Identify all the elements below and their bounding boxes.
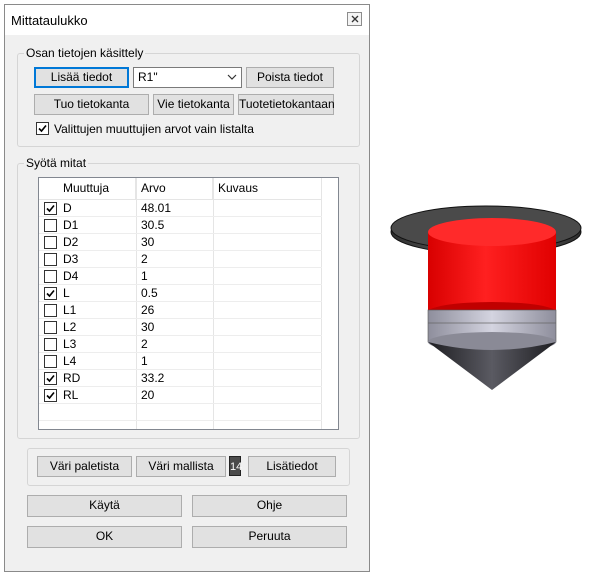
variable-value[interactable]: 30 — [141, 320, 154, 334]
close-button[interactable] — [347, 12, 362, 26]
more-info-button[interactable]: Lisätiedot — [248, 456, 336, 477]
mittataulukko-dialog: Mittataulukko Osan tietojen käsittely Li… — [4, 4, 370, 572]
checkmark-icon — [46, 374, 55, 383]
column-header-variable[interactable]: Muuttuja — [39, 178, 136, 199]
variable-value[interactable]: 33.2 — [141, 371, 164, 385]
export-database-button[interactable]: Vie tietokanta — [153, 94, 234, 115]
row-checkbox[interactable] — [44, 355, 57, 368]
checkmark-icon — [46, 289, 55, 298]
row-checkbox[interactable] — [44, 253, 57, 266]
column-header-value[interactable]: Arvo — [136, 178, 213, 199]
window-title: Mittataulukko — [11, 13, 88, 28]
variable-name: RL — [63, 388, 79, 402]
row-checkbox[interactable] — [44, 372, 57, 385]
row-checkbox[interactable] — [44, 270, 57, 283]
add-data-button[interactable]: Lisää tiedot — [34, 67, 129, 88]
table-row[interactable]: D 48.01 — [39, 200, 322, 217]
product-database-button[interactable]: Tuotetietokantaan — [238, 94, 335, 115]
variable-name: L1 — [63, 303, 77, 317]
delete-data-button[interactable]: Poista tiedot — [246, 67, 334, 88]
import-database-button[interactable]: Tuo tietokanta — [34, 94, 149, 115]
help-button[interactable]: Ohje — [192, 495, 347, 517]
checkmark-icon — [46, 204, 55, 213]
only-from-list-option[interactable]: Valittujen muuttujien arvot vain listalt… — [36, 121, 336, 137]
row-divider — [39, 403, 322, 404]
color-from-palette-button[interactable]: Väri paletista — [37, 456, 132, 477]
chevron-down-icon — [227, 74, 237, 80]
variable-value[interactable]: 1 — [141, 269, 148, 283]
table-row[interactable]: D3 2 — [39, 251, 322, 268]
table-row[interactable]: L2 30 — [39, 319, 322, 336]
variable-value[interactable]: 2 — [141, 337, 148, 351]
only-from-list-label: Valittujen muuttujien arvot vain listalt… — [54, 122, 254, 136]
table-row[interactable]: L3 2 — [39, 336, 322, 353]
cancel-button[interactable]: Peruuta — [192, 526, 347, 548]
table-row[interactable]: D1 30.5 — [39, 217, 322, 234]
row-checkbox[interactable] — [44, 236, 57, 249]
row-checkbox[interactable] — [44, 287, 57, 300]
table-row[interactable]: RD 33.2 — [39, 370, 322, 387]
variable-name: L2 — [63, 320, 77, 334]
dimensions-table[interactable]: Muuttuja Arvo Kuvaus D 48.01 D1 30.5 D2 30 D3 2… — [38, 177, 339, 430]
table-row[interactable]: L1 26 — [39, 302, 322, 319]
checkmark-icon — [46, 391, 55, 400]
variable-name: D3 — [63, 252, 79, 266]
row-checkbox[interactable] — [44, 202, 57, 215]
variable-name: D1 — [63, 218, 79, 232]
variable-name: L — [63, 286, 70, 300]
variable-name: L3 — [63, 337, 77, 351]
title-bar: Mittataulukko — [5, 5, 369, 35]
apply-button[interactable]: Käytä — [27, 495, 182, 517]
table-row[interactable]: D4 1 — [39, 268, 322, 285]
variable-value[interactable]: 20 — [141, 388, 154, 402]
variable-name: D — [63, 201, 72, 215]
part-preview-image — [390, 205, 582, 390]
row-checkbox[interactable] — [44, 338, 57, 351]
row-checkbox[interactable] — [44, 321, 57, 334]
variable-name: D4 — [63, 269, 79, 283]
variable-value[interactable]: 30 — [141, 235, 154, 249]
dimensions-legend: Syötä mitat — [26, 156, 87, 170]
red-body-top — [428, 218, 556, 246]
variable-value[interactable]: 2 — [141, 252, 148, 266]
row-checkbox[interactable] — [44, 219, 57, 232]
table-header: Muuttuja Arvo Kuvaus — [39, 178, 322, 200]
only-from-list-checkbox[interactable] — [36, 122, 49, 135]
variable-value[interactable]: 1 — [141, 354, 148, 368]
part-data-legend: Osan tietojen käsittely — [26, 46, 144, 60]
checkmark-icon — [38, 124, 47, 133]
record-select[interactable]: R1" — [133, 67, 242, 88]
ok-button[interactable]: OK — [27, 526, 182, 548]
variable-value[interactable]: 0.5 — [141, 286, 158, 300]
table-row[interactable]: RL 20 — [39, 387, 322, 404]
close-icon — [351, 15, 359, 23]
variable-value[interactable]: 30.5 — [141, 218, 164, 232]
color-number-swatch[interactable]: 14 — [229, 456, 242, 476]
table-row[interactable]: L4 1 — [39, 353, 322, 370]
color-from-model-button[interactable]: Väri mallista — [136, 456, 226, 477]
variable-value[interactable]: 26 — [141, 303, 154, 317]
row-divider — [39, 420, 322, 421]
column-header-description[interactable]: Kuvaus — [213, 178, 322, 199]
table-row[interactable]: L 0.5 — [39, 285, 322, 302]
variable-name: RD — [63, 371, 81, 385]
record-select-value: R1" — [138, 70, 158, 84]
row-checkbox[interactable] — [44, 389, 57, 402]
row-checkbox[interactable] — [44, 304, 57, 317]
table-row[interactable]: D2 30 — [39, 234, 322, 251]
variable-name: L4 — [63, 354, 77, 368]
variable-name: D2 — [63, 235, 79, 249]
variable-value[interactable]: 48.01 — [141, 201, 171, 215]
